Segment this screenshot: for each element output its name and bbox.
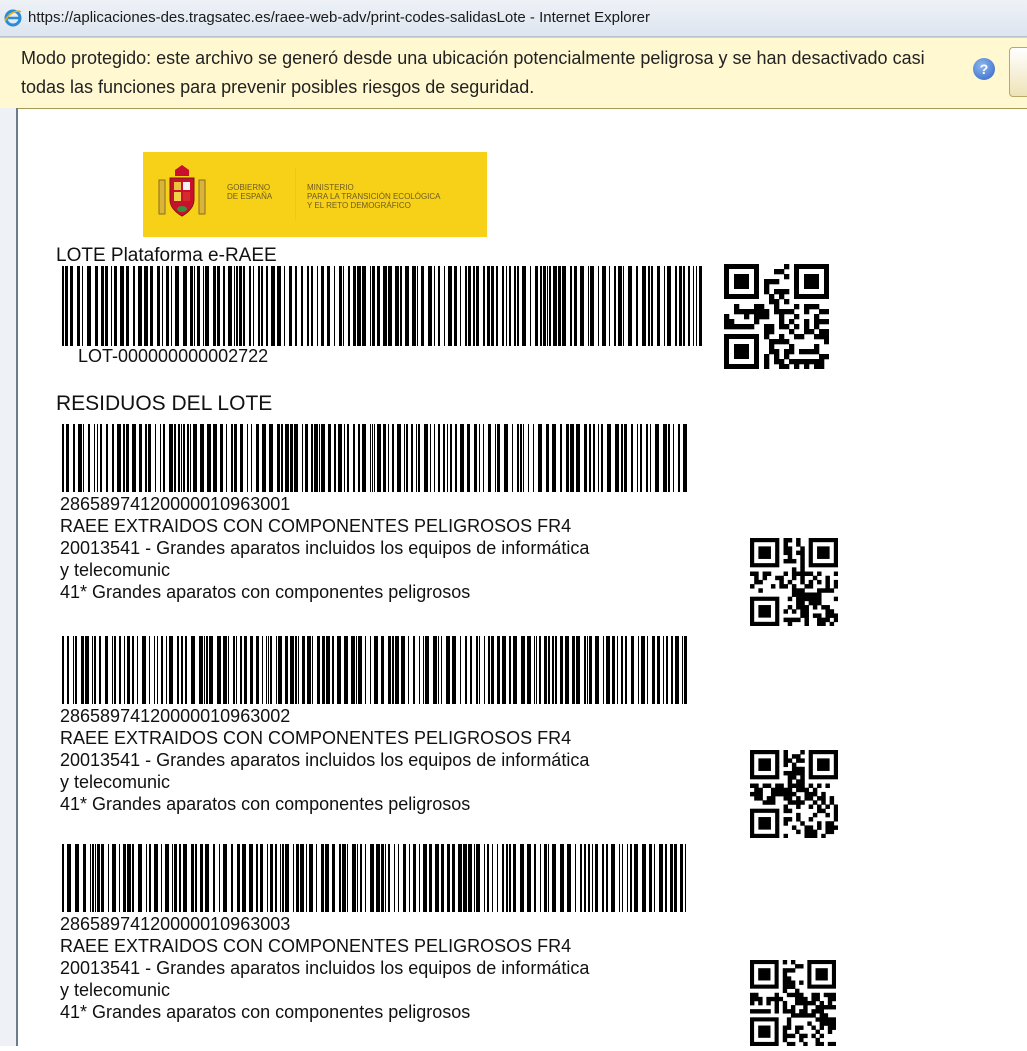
lote-barcode [58, 266, 708, 346]
residuo-ler-cont: y telecomunic [60, 772, 171, 792]
residuo-category: 41* Grandes aparatos con componentes pel… [60, 582, 471, 602]
window-titlebar: https://aplicaciones-des.tragsatec.es/ra… [0, 0, 1027, 37]
residuo-qr-code-icon-1 [750, 538, 839, 631]
residuo-ler: 20013541 - Grandes aparatos incluidos lo… [60, 958, 590, 978]
infobar-message: Modo protegido: este archivo se generó d… [21, 48, 925, 97]
lote-qr-code-icon [724, 264, 830, 374]
residuo-item-2: 28658974120000010963002 RAEE EXTRAIDOS C… [60, 705, 710, 815]
infobar-close-button[interactable] [1009, 47, 1027, 97]
residuo-barcode-1 [58, 424, 692, 492]
government-logo: GOBIERNO DE ESPAÑA MINISTERIO PARA LA TR… [143, 152, 487, 237]
residuo-category: 41* Grandes aparatos con componentes pel… [60, 1002, 471, 1022]
residuo-code: 28658974120000010963002 [60, 706, 291, 726]
residuo-code: 28658974120000010963001 [60, 494, 291, 514]
lote-code: LOT-000000000002722 [78, 346, 269, 366]
internet-explorer-icon [4, 9, 22, 27]
window-left-frame [0, 108, 18, 1046]
residuo-ler-cont: y telecomunic [60, 560, 171, 580]
residuos-title: RESIDUOS DEL LOTE [56, 392, 273, 415]
coat-of-arms-icon [158, 165, 206, 217]
residuo-code: 28658974120000010963003 [60, 914, 291, 934]
residuo-category: 41* Grandes aparatos con componentes pel… [60, 794, 471, 814]
residuo-item-1: 28658974120000010963001 RAEE EXTRAIDOS C… [60, 493, 710, 603]
residuo-item-3: 28658974120000010963003 RAEE EXTRAIDOS C… [60, 913, 710, 1023]
ministerio-text: MINISTERIO PARA LA TRANSICIÓN ECOLÓGICA … [307, 183, 441, 210]
residuo-name: RAEE EXTRAIDOS CON COMPONENTES PELIGROSO… [60, 936, 572, 956]
residuo-name: RAEE EXTRAIDOS CON COMPONENTES PELIGROSO… [60, 516, 572, 536]
window-title: https://aplicaciones-des.tragsatec.es/ra… [28, 9, 650, 26]
residuo-ler: 20013541 - Grandes aparatos incluidos lo… [60, 538, 590, 558]
residuo-qr-code-icon-3 [750, 960, 837, 1051]
residuo-barcode-3 [58, 844, 692, 912]
protected-mode-infobar[interactable]: Modo protegido: este archivo se generó d… [0, 37, 1027, 109]
help-icon[interactable]: ? [973, 58, 995, 80]
gobierno-text: GOBIERNO DE ESPAÑA [227, 183, 273, 201]
residuo-name: RAEE EXTRAIDOS CON COMPONENTES PELIGROSO… [60, 728, 572, 748]
residuo-qr-code-icon-2 [750, 750, 839, 843]
logo-separator [295, 167, 296, 221]
residuo-barcode-2 [58, 636, 692, 704]
lote-label: LOTE Plataforma e-RAEE [56, 245, 277, 266]
residuo-ler: 20013541 - Grandes aparatos incluidos lo… [60, 750, 590, 770]
residuo-ler-cont: y telecomunic [60, 980, 171, 1000]
